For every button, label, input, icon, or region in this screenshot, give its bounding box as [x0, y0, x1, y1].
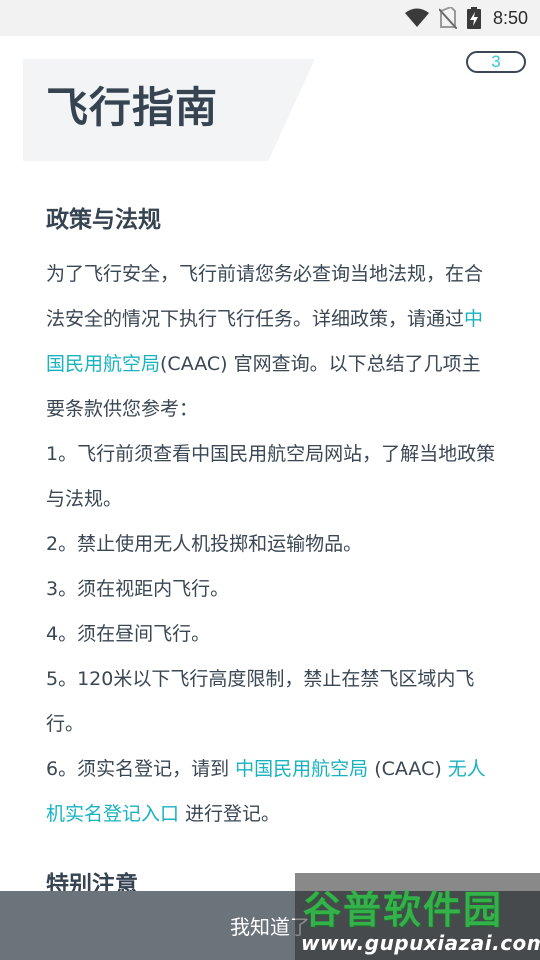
policy-intro-text-1: 为了飞行安全，飞行前请您务必查询当地法规，在合法安全的情况下执行飞行任务。详细政…	[46, 263, 484, 330]
page-title: 飞行指南	[46, 83, 219, 132]
rule-item-1: 1。飞行前须查看中国民用航空局网站，了解当地政策与法规。	[46, 443, 496, 510]
rule-item-5: 5。120米以下飞行高度限制，禁止在禁飞区域内飞行。	[46, 668, 475, 735]
status-time: 8:50	[492, 7, 528, 28]
rule-6-middle: (CAAC)	[368, 758, 448, 780]
rule-6-prefix: 6。须实名登记，请到	[46, 758, 236, 780]
rule-item-2: 2。禁止使用无人机投掷和运输物品。	[46, 533, 363, 555]
guide-content: 政策与法规 为了飞行安全，飞行前请您务必查询当地法规，在合法安全的情况下执行飞行…	[46, 196, 496, 928]
status-bar: 8:50	[0, 0, 540, 36]
rule-6-suffix: 进行登记。	[179, 803, 281, 825]
watermark-url: www.gupuxiazai.com	[301, 931, 540, 955]
rule-item-3: 3。须在视距内飞行。	[46, 578, 230, 600]
no-sim-icon	[438, 7, 457, 29]
rule-item-6: 6。须实名登记，请到 中国民用航空局 (CAAC) 无人机实名登记入口 进行登记…	[46, 747, 496, 837]
watermark-title: 谷普软件园	[303, 888, 504, 932]
page-counter-badge[interactable]: 3	[466, 51, 526, 73]
wifi-icon	[404, 8, 429, 27]
caac-link-2[interactable]: 中国民用航空局	[235, 758, 368, 780]
policy-heading: 政策与法规	[46, 207, 161, 233]
rule-item-4: 4。须在昼间飞行。	[46, 623, 211, 645]
battery-charging-icon	[466, 7, 481, 29]
policy-intro: 为了飞行安全，飞行前请您务必查询当地法规，在合法安全的情况下执行飞行任务。详细政…	[46, 252, 496, 432]
watermark-logo: 谷普软件园 www.gupuxiazai.com	[295, 873, 540, 960]
